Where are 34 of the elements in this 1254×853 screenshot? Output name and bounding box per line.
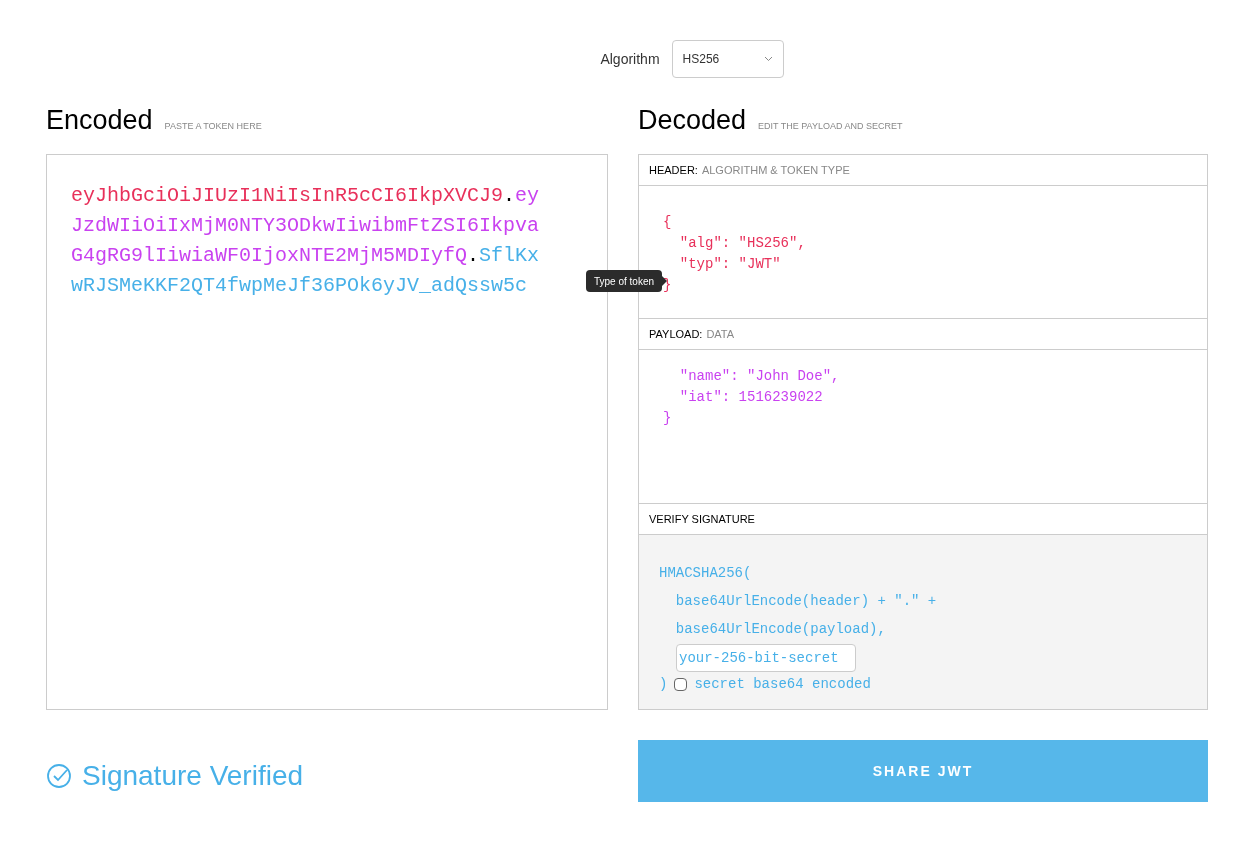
code-line: "typ": "JWT" [678, 255, 781, 274]
chevron-down-icon [763, 56, 773, 62]
encoded-title: Encoded [46, 104, 153, 137]
code-line: "name": "John Doe", [678, 367, 840, 386]
algorithm-label: Algorithm [600, 49, 660, 69]
token-line: G4gRG9lIiwiaWF0IjoxNTE2MjM5MDIyfQ.SflKx [71, 243, 540, 269]
check-circle-icon [46, 763, 72, 789]
decoded-hint: EDIT THE PAYLOAD AND SECRET [758, 120, 903, 133]
verify-signature-label: VERIFY SIGNATURE [649, 511, 755, 527]
header-label: HEADER: [649, 162, 698, 178]
token-line: wRJSMeKKF2QT4fwpMeJf36POk6yJV_adQssw5c [71, 273, 528, 299]
code-line: HMACSHA256( [659, 564, 752, 583]
code-line: } [663, 276, 672, 295]
code-line: "alg": "HS256", [678, 234, 806, 253]
token-line: eyJhbGciOiJIUzI1NiIsInR5cCI6IkpXVCJ9.ey [71, 183, 540, 209]
share-jwt-button[interactable]: SHARE JWT [638, 740, 1208, 802]
code-line: base64UrlEncode(header) + "." + [674, 592, 937, 611]
decoded-title: Decoded [638, 104, 747, 137]
payload-editor[interactable]: "name": "John Doe", "iat": 1516239022 } [639, 350, 1207, 504]
code-line: { [663, 213, 672, 232]
payload-label: PAYLOAD: [649, 326, 703, 342]
payload-sublabel: DATA [706, 326, 735, 342]
algorithm-dropdown[interactable]: HS256 [671, 40, 784, 78]
header-sublabel: ALGORITHM & TOKEN TYPE [701, 162, 850, 178]
code-line: } [663, 409, 672, 428]
code-line: base64UrlEncode(payload), [674, 620, 886, 639]
base64-checkbox[interactable] [674, 678, 688, 691]
secret-input[interactable]: your-256-bit-secret [676, 644, 856, 672]
token-line: JzdWIiOiIxMjM0NTY3ODkwIiwibmFtZSI6Ikpva [71, 213, 540, 239]
code-line: ) [659, 675, 668, 694]
checkbox-label: secret base64 encoded [694, 675, 871, 694]
signature-status: Signature Verified [82, 759, 304, 793]
encoded-hint: PASTE A TOKEN HERE [164, 120, 262, 133]
code-line: "iat": 1516239022 [678, 388, 823, 407]
